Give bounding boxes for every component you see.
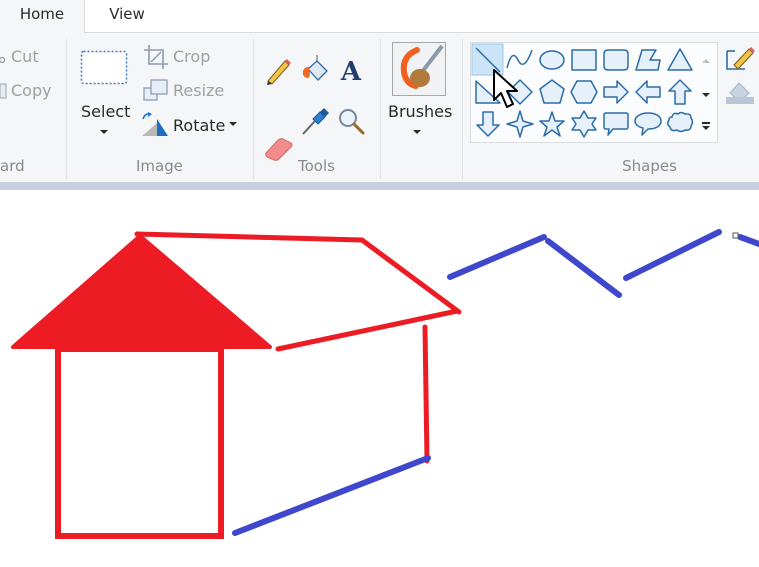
resize-handle[interactable] — [732, 232, 739, 239]
blue-line — [545, 238, 622, 298]
group-separator — [380, 39, 381, 179]
red-roof-slope-line — [359, 237, 462, 315]
shape-glyph — [603, 80, 629, 104]
pencil-icon[interactable] — [264, 55, 292, 85]
shape-rounded-rectangular-callout-icon[interactable] — [603, 112, 629, 136]
shape-down-arrow-icon[interactable] — [476, 111, 500, 137]
shape-glyph — [603, 49, 629, 71]
shape-up-arrow-icon[interactable] — [668, 79, 692, 105]
color-picker-icon[interactable] — [300, 106, 330, 136]
shape-glyph — [603, 112, 629, 136]
ribbon-bottom-border — [0, 182, 759, 190]
shape-rounded-rectangle-icon[interactable] — [603, 49, 629, 71]
canvas-drawing — [11, 229, 759, 539]
shape-five-point-star-icon[interactable] — [539, 111, 565, 137]
shape-glyph — [571, 49, 597, 71]
clipboard-group-label: ard — [0, 157, 25, 175]
tab-view[interactable]: View — [84, 0, 170, 32]
blue-base-line — [232, 455, 431, 536]
shape-fill-icon[interactable] — [725, 77, 755, 105]
copy-button[interactable]: Copy — [11, 81, 52, 100]
select-label: Select — [81, 102, 131, 121]
shape-oval-callout-icon[interactable] — [634, 112, 662, 136]
shape-glyph — [635, 49, 661, 71]
red-roof-top-line — [134, 231, 365, 243]
brushes-dropdown-caret[interactable] — [413, 130, 421, 134]
shape-cloud-callout-icon[interactable] — [666, 111, 694, 133]
shape-glyph — [476, 111, 500, 137]
rotate-icon — [142, 112, 168, 136]
shape-pentagon-icon[interactable] — [539, 79, 565, 104]
blue-line-selected[interactable] — [737, 234, 759, 248]
red-wall-line — [422, 324, 430, 464]
select-rectangle-icon — [80, 50, 128, 85]
shape-glyph — [539, 50, 565, 70]
shape-polygon-icon[interactable] — [635, 49, 661, 71]
scroll-down-arrow[interactable] — [702, 93, 710, 97]
rotate-label: Rotate — [173, 116, 226, 135]
blue-line — [447, 234, 547, 280]
image-group-label: Image — [136, 157, 183, 175]
shape-glyph — [539, 111, 565, 137]
drawing-canvas[interactable] — [0, 190, 759, 563]
shape-right-arrow-icon[interactable] — [603, 80, 629, 104]
shape-curve-icon[interactable] — [506, 49, 533, 69]
shape-glyph — [667, 48, 693, 71]
brushes-icon — [392, 42, 446, 96]
ribbon: Cut Copy ard Select Crop Resize Rotate I… — [0, 33, 759, 182]
shape-glyph — [666, 111, 694, 133]
shape-left-arrow-icon[interactable] — [635, 80, 661, 104]
mouse-cursor-icon — [493, 69, 518, 108]
tab-home[interactable]: Home — [0, 0, 85, 33]
shape-glyph — [506, 49, 533, 69]
gallery-expand-arrow[interactable] — [702, 126, 710, 130]
cut-button[interactable]: Cut — [11, 47, 39, 66]
clipboard-icon — [0, 83, 7, 99]
shapes-gallery-scrollbar[interactable] — [695, 42, 718, 143]
crop-button[interactable]: Crop — [173, 47, 210, 66]
brushes-label: Brushes — [388, 102, 453, 121]
red-rectangle — [55, 346, 224, 539]
shape-glyph — [668, 79, 692, 105]
shape-glyph — [570, 80, 598, 104]
resize-icon — [143, 79, 168, 101]
gallery-expand-bar — [702, 122, 710, 124]
shape-four-point-star-icon[interactable] — [506, 110, 534, 138]
shape-glyph — [635, 80, 661, 104]
red-eave-line — [275, 308, 460, 352]
ribbon-tab-bar: Home View — [0, 0, 759, 33]
blue-line — [623, 229, 722, 281]
fill-with-color-icon[interactable] — [300, 55, 330, 85]
crop-icon — [144, 45, 168, 69]
rotate-dropdown-caret[interactable] — [229, 122, 237, 126]
select-dropdown-caret[interactable] — [100, 130, 108, 134]
scissors-icon — [0, 56, 6, 64]
svg-text:A: A — [340, 57, 362, 85]
shape-oval-icon[interactable] — [539, 50, 565, 70]
shape-hexagon-icon[interactable] — [570, 80, 598, 104]
text-icon[interactable]: A — [336, 55, 366, 85]
magnifier-icon[interactable] — [336, 106, 366, 136]
shape-triangle-icon[interactable] — [667, 48, 693, 71]
shape-rectangle-icon[interactable] — [571, 49, 597, 71]
shape-outline-icon[interactable] — [725, 45, 755, 71]
scroll-up-arrow[interactable] — [702, 59, 710, 63]
tools-group-label: Tools — [298, 157, 335, 175]
shapes-group-label: Shapes — [622, 157, 677, 175]
red-filled-triangle — [11, 234, 272, 349]
shape-glyph — [506, 110, 534, 138]
resize-button[interactable]: Resize — [173, 81, 224, 100]
shape-six-point-star-icon[interactable] — [571, 110, 597, 138]
shape-glyph — [571, 110, 597, 138]
shape-glyph — [539, 79, 565, 104]
shape-glyph — [634, 112, 662, 136]
